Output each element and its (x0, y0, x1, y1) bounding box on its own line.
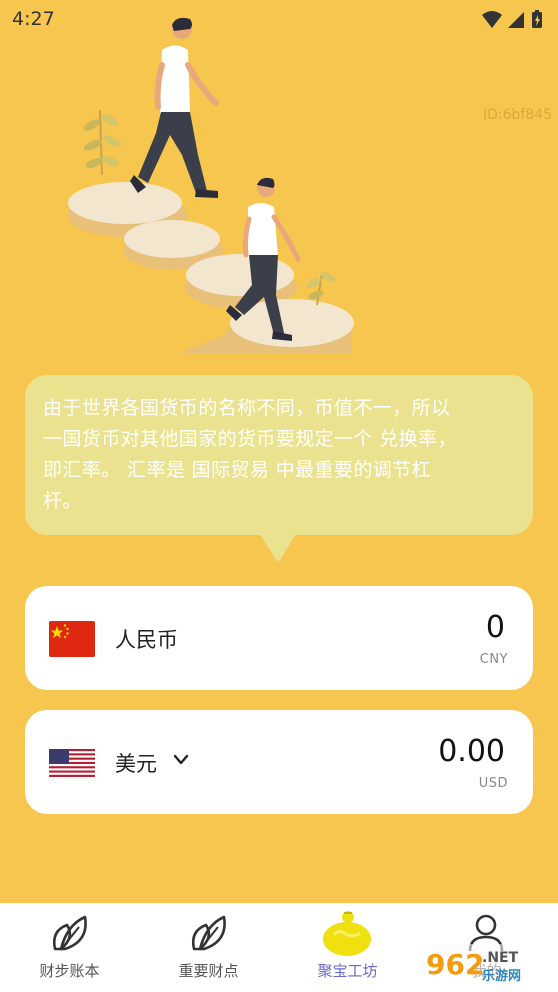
info-line: 即汇率。 汇率是 国际贸易 中最重要的调节杠 (43, 459, 431, 481)
currency-name: 人民币 (115, 628, 178, 652)
currency-code: USD (478, 776, 508, 791)
chevron-down-icon[interactable] (173, 754, 189, 766)
stepping-stones (67, 182, 354, 353)
svg-text:乐游网: 乐游网 (482, 968, 521, 984)
nav-tab-key-points[interactable]: 重要财点 (139, 903, 278, 992)
china-flag-icon (49, 621, 95, 657)
signal-icon (508, 12, 524, 28)
usa-flag-icon (49, 749, 95, 777)
exchange-rate-info-bubble: 由于世界各国货币的名称不同，币值不一，所以 一国货币对其他国家的货币要规定一个 … (25, 375, 533, 535)
plant-right (306, 271, 336, 306)
nav-tab-treasure-workshop[interactable]: 聚宝工坊 (278, 903, 417, 992)
currency-amount-input[interactable]: 0 (486, 610, 505, 645)
battery-icon (532, 10, 542, 28)
currency-amount-input[interactable]: 0.00 (438, 734, 505, 769)
watermark-logo: 962 .NET 乐游网 (420, 944, 554, 986)
nav-label: 财步账本 (39, 962, 100, 980)
status-icons (480, 9, 550, 35)
walking-man-illustration (130, 17, 219, 198)
currency-card-cny[interactable]: 人民币 0 CNY (25, 586, 533, 690)
bubble-tail (260, 534, 296, 561)
coin-pot-icon (323, 911, 371, 956)
info-line: 由于世界各国货币的名称不同，币值不一，所以 (43, 397, 451, 419)
leaf-icon (191, 915, 226, 951)
device-id-text: ID:6bf845 (483, 107, 553, 123)
currency-select[interactable]: 美元 (115, 748, 157, 778)
hero-illustration (30, 15, 430, 365)
info-line: 杆。 (43, 490, 82, 512)
info-line: 一国货币对其他国家的货币要规定一个 兑换率， (43, 428, 457, 450)
leaf-icon (52, 915, 87, 951)
currency-card-usd[interactable]: 美元 0.00 USD (25, 710, 533, 814)
currency-code: CNY (479, 652, 508, 667)
svg-text:.NET: .NET (482, 950, 519, 966)
svg-text:962: 962 (426, 948, 484, 981)
plant-left (83, 109, 122, 176)
nav-label: 重要财点 (178, 962, 239, 980)
nav-label: 聚宝工坊 (317, 962, 378, 980)
wifi-icon (482, 11, 502, 28)
nav-tab-account-book[interactable]: 财步账本 (0, 903, 139, 992)
